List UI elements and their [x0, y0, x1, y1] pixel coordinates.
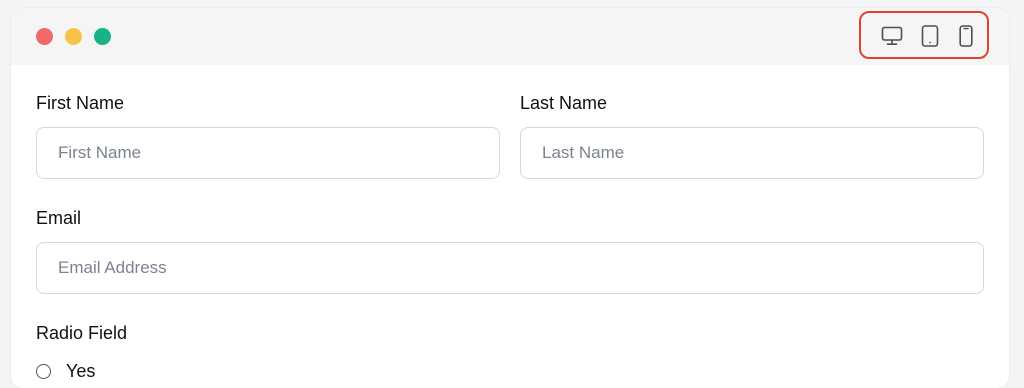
radio-field-label: Radio Field	[36, 323, 128, 343]
radio-button[interactable]	[36, 364, 51, 379]
email-input[interactable]	[36, 242, 984, 294]
tablet-icon[interactable]	[920, 25, 940, 47]
first-name-label: First Name	[36, 93, 125, 113]
zoom-dot[interactable]	[94, 28, 111, 45]
radio-option-label: Yes	[66, 361, 96, 381]
last-name-input[interactable]	[520, 127, 984, 179]
mobile-icon[interactable]	[958, 25, 974, 47]
window-titlebar	[11, 8, 1009, 65]
radio-option-yes[interactable]: Yes	[36, 361, 95, 382]
window-controls	[36, 28, 111, 45]
first-name-input[interactable]	[36, 127, 500, 179]
close-dot[interactable]	[36, 28, 53, 45]
last-name-label: Last Name	[520, 93, 608, 113]
minimize-dot[interactable]	[65, 28, 82, 45]
preview-window: First Name Last Name Email Radio Field Y…	[11, 8, 1009, 388]
device-switcher	[859, 11, 989, 59]
email-label: Email	[36, 208, 82, 228]
desktop-icon[interactable]	[880, 25, 904, 47]
